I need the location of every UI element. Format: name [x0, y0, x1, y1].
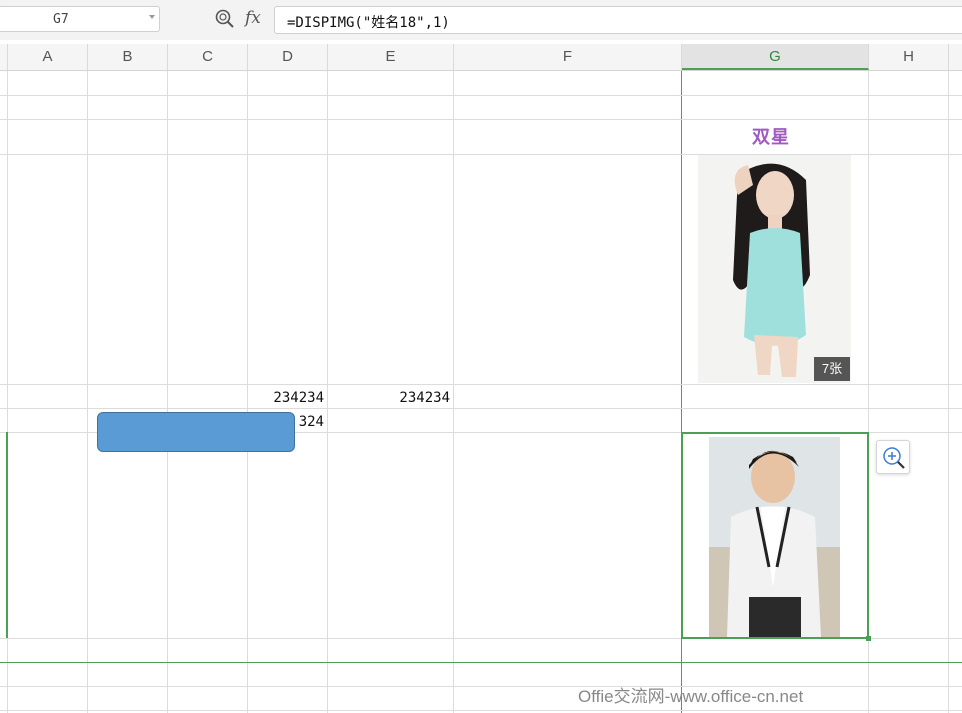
chevron-down-icon[interactable]: [149, 15, 155, 19]
formula-bar: G7 fx =DISPIMG("姓名18",1): [0, 0, 962, 40]
picture-zoom-button[interactable]: [876, 440, 910, 474]
name-box[interactable]: G7: [0, 6, 160, 32]
column-header-h[interactable]: H: [869, 44, 949, 70]
column-header-g[interactable]: G: [682, 44, 869, 70]
logo-image: 双星: [752, 127, 790, 148]
cell-d9[interactable]: 234234: [248, 390, 324, 406]
column-header-a[interactable]: A: [8, 44, 88, 70]
picture-count-badge: 7张: [814, 357, 850, 381]
cell-e9[interactable]: 234234: [328, 390, 450, 406]
name-box-value: G7: [53, 12, 69, 27]
column-header-c[interactable]: C: [168, 44, 248, 70]
watermark-text: Offie交流网-www.office-cn.net: [578, 687, 804, 706]
zoom-icon[interactable]: [214, 8, 236, 30]
woman-photo[interactable]: 7张: [698, 155, 851, 383]
column-header-b[interactable]: B: [88, 44, 168, 70]
rounded-rectangle-shape[interactable]: [97, 412, 295, 452]
zoom-in-icon: [883, 447, 905, 469]
selected-cell-g7[interactable]: [681, 432, 869, 639]
woman-illustration: [698, 155, 851, 383]
column-header-f[interactable]: F: [454, 44, 682, 70]
formula-input[interactable]: =DISPIMG("姓名18",1): [274, 6, 962, 34]
column-header-d[interactable]: D: [248, 44, 328, 70]
corner-cell[interactable]: [0, 44, 8, 70]
fx-icon[interactable]: fx: [245, 8, 261, 28]
fill-handle[interactable]: [866, 636, 871, 641]
column-header-e[interactable]: E: [328, 44, 454, 70]
column-headers: A B C D E F G H: [0, 44, 962, 71]
